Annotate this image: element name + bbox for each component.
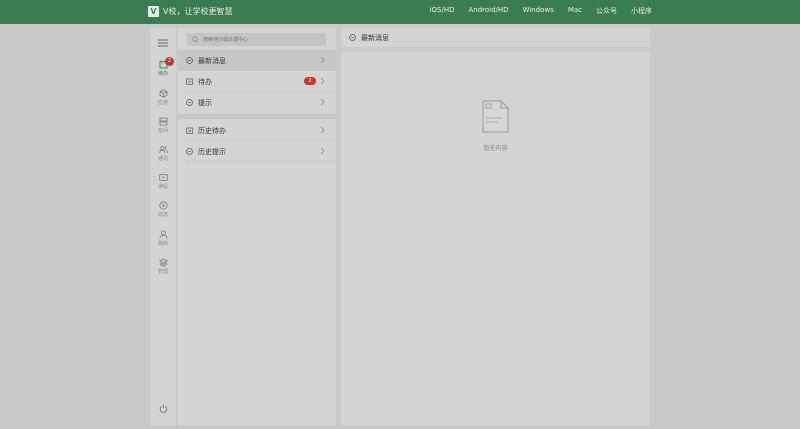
cube-icon — [159, 89, 167, 98]
compass-icon — [158, 201, 168, 210]
side-rail: 2 待办 应用 空间 通讯 课程 动态 我的 管理 — [150, 28, 176, 425]
list-item-history-todo[interactable]: 历史待办 — [178, 120, 336, 141]
todo-icon — [186, 78, 193, 85]
rail-label: 通讯 — [157, 156, 168, 162]
rail-item-contacts[interactable]: 通讯 — [150, 145, 176, 162]
rail-label: 课程 — [157, 184, 168, 190]
rail-item-course[interactable]: 课程 — [150, 173, 176, 190]
list-item-latest-messages[interactable]: 最新消息 — [178, 50, 336, 71]
list-item-label: 最新消息 — [198, 57, 226, 65]
rail-label: 管理 — [157, 269, 168, 275]
stack-icon — [158, 258, 168, 267]
nav-windows[interactable]: Windows — [523, 6, 554, 16]
nav-ios-hd[interactable]: iOS/HD — [430, 6, 455, 16]
message-icon — [349, 34, 356, 41]
rail-label: 待办 — [157, 71, 168, 77]
rail-label: 我的 — [157, 241, 168, 247]
contacts-icon — [158, 145, 168, 154]
rail-item-apps[interactable]: 应用 — [150, 89, 176, 106]
nav-android-hd[interactable]: Android/HD — [468, 6, 508, 16]
content-title: 最新消息 — [361, 34, 389, 42]
message-list-panel: 最新消息 待办 2 提示 历史待办 历史提示 — [178, 28, 336, 425]
list-item-label: 提示 — [198, 99, 212, 107]
logo[interactable]: V — [148, 6, 159, 17]
content-body: 暂无内容 — [341, 52, 650, 425]
menu-icon[interactable] — [158, 39, 168, 47]
chevron-right-icon — [320, 98, 325, 106]
info-icon — [186, 148, 193, 155]
empty-document-icon — [482, 100, 509, 133]
user-icon — [159, 230, 167, 239]
chevron-right-icon — [320, 77, 325, 85]
search-icon — [192, 36, 199, 43]
chevron-right-icon — [320, 56, 325, 64]
top-bar: V V校，让学校更智慧 iOS/HD Android/HD Windows Ma… — [0, 0, 800, 24]
rail-label: 空间 — [157, 128, 168, 134]
rail-item-admin[interactable]: 管理 — [150, 258, 176, 275]
section-divider — [178, 114, 336, 119]
nav-mini-program[interactable]: 小程序 — [631, 6, 652, 16]
content-header: 最新消息 — [341, 28, 650, 47]
top-nav: iOS/HD Android/HD Windows Mac 公众号 小程序 — [416, 6, 652, 16]
search-input[interactable] — [203, 34, 321, 45]
video-icon — [158, 174, 168, 181]
search-box[interactable] — [187, 33, 326, 46]
brand-title: V校，让学校更智慧 — [163, 7, 233, 16]
rail-item-space[interactable]: 空间 — [150, 117, 176, 134]
nav-official-account[interactable]: 公众号 — [596, 6, 617, 16]
rail-label: 动态 — [157, 212, 168, 218]
rail-item-moments[interactable]: 动态 — [150, 201, 176, 218]
nav-mac[interactable]: Mac — [568, 6, 582, 16]
layers-icon — [159, 117, 167, 126]
chevron-right-icon — [320, 147, 325, 155]
list-item-label: 待办 — [198, 78, 212, 86]
list-item-label: 历史提示 — [198, 148, 226, 156]
message-icon — [186, 57, 193, 64]
list-item-label: 历史待办 — [198, 127, 226, 135]
rail-item-mine[interactable]: 我的 — [150, 230, 176, 247]
list-item-history-tips[interactable]: 历史提示 — [178, 141, 336, 162]
todo-icon — [186, 127, 193, 134]
list-item-todo[interactable]: 待办 2 — [178, 71, 336, 92]
rail-badge: 2 — [165, 57, 174, 66]
power-icon[interactable] — [159, 404, 168, 413]
empty-state-text: 暂无内容 — [483, 145, 508, 152]
chevron-right-icon — [320, 126, 325, 134]
count-badge: 2 — [304, 77, 316, 85]
rail-item-todo[interactable]: 2 待办 — [150, 57, 176, 77]
list-item-tips[interactable]: 提示 — [178, 92, 336, 113]
rail-label: 应用 — [157, 100, 168, 106]
info-icon — [186, 99, 193, 106]
